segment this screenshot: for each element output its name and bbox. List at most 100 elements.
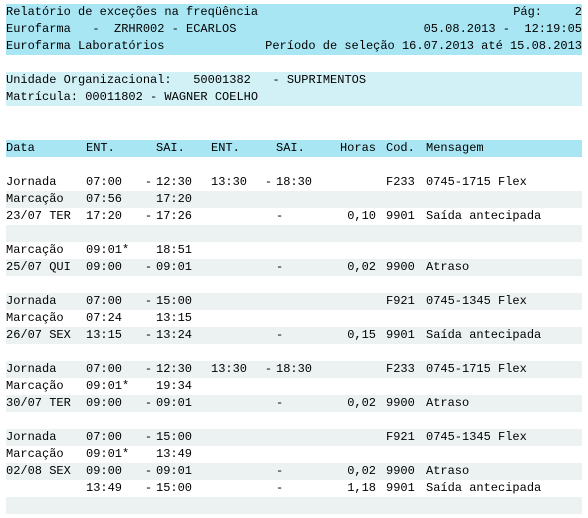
cell-horas bbox=[326, 344, 386, 361]
cell-sep2 bbox=[261, 310, 276, 327]
cell-msg bbox=[426, 276, 582, 293]
cell-cod: F233 bbox=[386, 361, 426, 378]
table-row bbox=[6, 344, 582, 361]
cell-horas bbox=[326, 412, 386, 429]
cell-cod bbox=[386, 446, 426, 463]
cell-cod bbox=[386, 412, 426, 429]
cell-ent1: 09:01* bbox=[86, 446, 141, 463]
cell-ent2 bbox=[211, 429, 261, 446]
cell-label: Marcação bbox=[6, 191, 86, 208]
blank-row bbox=[6, 55, 582, 72]
cell-msg: Atraso bbox=[426, 395, 582, 412]
table-row: Jornada07:00-12:3013:30-18:30F2330745-17… bbox=[6, 174, 582, 191]
cell-sai2 bbox=[276, 446, 326, 463]
cell-sai1: 09:01 bbox=[156, 463, 211, 480]
cell-sai2 bbox=[276, 310, 326, 327]
report-title: Relatório de exceções na freqüência bbox=[6, 4, 258, 21]
cell-horas bbox=[326, 361, 386, 378]
cell-ent1: 07:00 bbox=[86, 174, 141, 191]
cell-sep2 bbox=[261, 293, 276, 310]
cell-cod bbox=[386, 310, 426, 327]
cell-msg: Saída antecipada bbox=[426, 480, 582, 497]
cell-sai1: 12:30 bbox=[156, 174, 211, 191]
cell-label: 26/07 SEX bbox=[6, 327, 86, 344]
cell-msg bbox=[426, 497, 582, 514]
cell-sai1 bbox=[156, 344, 211, 361]
cell-cod bbox=[386, 242, 426, 259]
cell-sai1: 15:00 bbox=[156, 480, 211, 497]
cell-ent1: 13:49 bbox=[86, 480, 141, 497]
table-row: 13:49-15:00-1,189901Saída antecipada bbox=[6, 480, 582, 497]
cell-msg bbox=[426, 225, 582, 242]
cell-msg: Saída antecipada bbox=[426, 208, 582, 225]
header-line-3: Eurofarma Laboratórios Período de seleçã… bbox=[6, 38, 582, 55]
cell-ent1 bbox=[86, 412, 141, 429]
cell-sep1 bbox=[141, 191, 156, 208]
cell-ent2: 13:30 bbox=[211, 361, 261, 378]
cell-label bbox=[6, 276, 86, 293]
cell-ent2 bbox=[211, 395, 261, 412]
cell-ent1: 17:20 bbox=[86, 208, 141, 225]
blank-row bbox=[6, 157, 582, 174]
cell-sep1 bbox=[141, 497, 156, 514]
cell-ent1: 13:15 bbox=[86, 327, 141, 344]
cell-ent1 bbox=[86, 225, 141, 242]
cell-sai1: 17:20 bbox=[156, 191, 211, 208]
cell-sep2 bbox=[261, 208, 276, 225]
cell-horas bbox=[326, 378, 386, 395]
cell-sep1 bbox=[141, 412, 156, 429]
cell-msg bbox=[426, 412, 582, 429]
table-row: Marcação09:01*13:49 bbox=[6, 446, 582, 463]
cell-sep1: - bbox=[141, 293, 156, 310]
cell-sep2 bbox=[261, 412, 276, 429]
cell-sep2 bbox=[261, 191, 276, 208]
cell-ent1: 07:24 bbox=[86, 310, 141, 327]
col-ent2: ENT. bbox=[211, 140, 261, 157]
cell-label: Marcação bbox=[6, 446, 86, 463]
cell-cod bbox=[386, 344, 426, 361]
employee-text: Matrícula: 00011802 - WAGNER COELHO bbox=[6, 89, 258, 106]
cell-sep1: - bbox=[141, 174, 156, 191]
cell-msg: 0745-1715 Flex bbox=[426, 361, 582, 378]
selection-period: Período de seleção 16.07.2013 até 15.08.… bbox=[265, 38, 582, 55]
cell-sep1 bbox=[141, 378, 156, 395]
spacer bbox=[258, 4, 513, 21]
table-row: 30/07 TER09:00-09:01-0,029900Atraso bbox=[6, 395, 582, 412]
employee-row: Matrícula: 00011802 - WAGNER COELHO bbox=[6, 89, 582, 106]
cell-msg bbox=[426, 344, 582, 361]
cell-cod bbox=[386, 276, 426, 293]
cell-label: Jornada bbox=[6, 174, 86, 191]
cell-sep2 bbox=[261, 395, 276, 412]
cell-sep1: - bbox=[141, 259, 156, 276]
cell-sep2: - bbox=[261, 174, 276, 191]
cell-msg: 0745-1345 Flex bbox=[426, 429, 582, 446]
table-row: Marcação07:5617:20 bbox=[6, 191, 582, 208]
cell-sep1 bbox=[141, 276, 156, 293]
cell-sai2 bbox=[276, 378, 326, 395]
table-row: 25/07 QUI09:00-09:01-0,029900Atraso bbox=[6, 259, 582, 276]
cell-msg: 0745-1715 Flex bbox=[426, 174, 582, 191]
cell-sep2 bbox=[261, 429, 276, 446]
col-sep1 bbox=[141, 140, 156, 157]
table-row: Jornada07:00-12:3013:30-18:30F2330745-17… bbox=[6, 361, 582, 378]
cell-sai1 bbox=[156, 497, 211, 514]
cell-sep2 bbox=[261, 259, 276, 276]
rows-container: Jornada07:00-12:3013:30-18:30F2330745-17… bbox=[6, 174, 582, 514]
cell-sai1: 17:26 bbox=[156, 208, 211, 225]
cell-label bbox=[6, 480, 86, 497]
cell-sai2: - bbox=[276, 480, 326, 497]
cell-horas bbox=[326, 225, 386, 242]
cell-sep1: - bbox=[141, 208, 156, 225]
cell-horas: 0,02 bbox=[326, 395, 386, 412]
cell-label bbox=[6, 412, 86, 429]
cell-horas: 0,10 bbox=[326, 208, 386, 225]
cell-sep2 bbox=[261, 344, 276, 361]
cell-msg: Atraso bbox=[426, 259, 582, 276]
cell-sai2 bbox=[276, 276, 326, 293]
page-label: Pág: bbox=[513, 4, 542, 21]
cell-sai2: 18:30 bbox=[276, 361, 326, 378]
cell-ent2 bbox=[211, 412, 261, 429]
cell-sai2 bbox=[276, 412, 326, 429]
cell-ent2 bbox=[211, 310, 261, 327]
table-row: 26/07 SEX13:15-13:24-0,159901Saída antec… bbox=[6, 327, 582, 344]
